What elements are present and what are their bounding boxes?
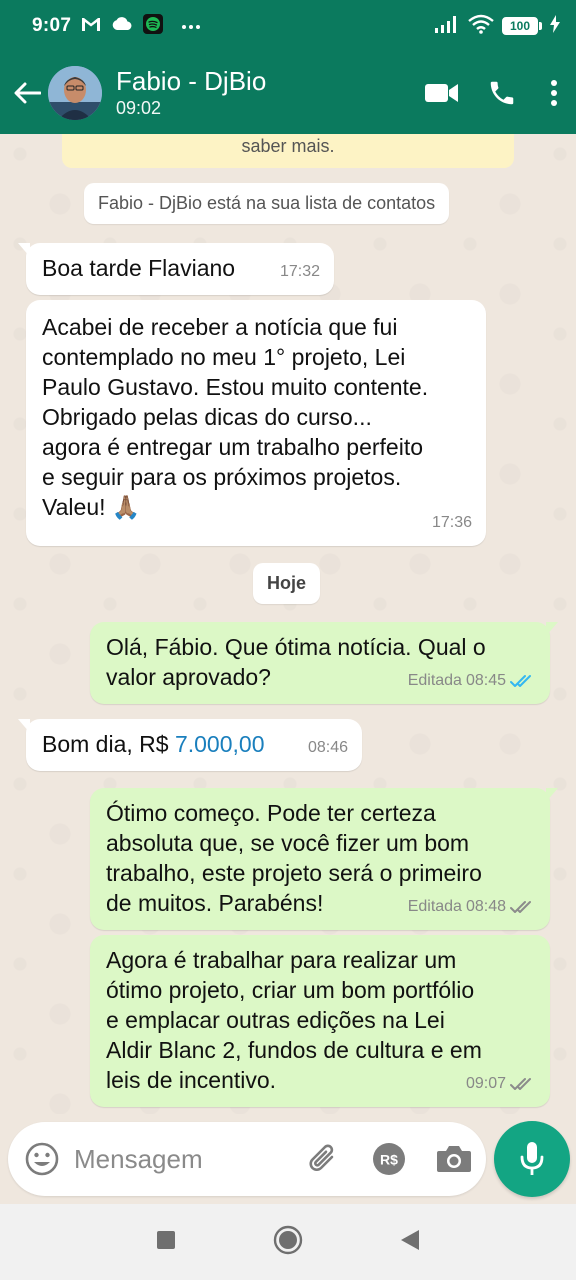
paperclip-icon (309, 1144, 334, 1171)
camera-button[interactable] (436, 1144, 472, 1174)
payment-icon: R$ (373, 1143, 405, 1175)
message-text: Boa tarde Flaviano (42, 255, 236, 281)
home-icon (273, 1225, 303, 1254)
message-text: Agora é trabalhar para realizar um ótimo… (106, 947, 482, 1093)
battery-level: 100 (502, 17, 538, 35)
voice-call-button[interactable] (472, 68, 532, 118)
home-button[interactable] (273, 1225, 303, 1260)
message-bubble-incoming[interactable]: Bom dia, R$ 7.000,00 08:46 (18, 719, 362, 771)
message-bubble-outgoing[interactable]: Agora é trabalhar para realizar um ótimo… (90, 935, 550, 1107)
message-input[interactable] (74, 1143, 244, 1175)
message-bubble-incoming[interactable]: Boa tarde Flaviano 17:32 (18, 243, 334, 295)
message-composer: R$ (8, 1122, 486, 1196)
camera-icon (437, 1146, 471, 1172)
message-time: 08:45 (465, 672, 506, 689)
battery-icon: 100 (502, 17, 542, 35)
system-icons: 100 (434, 14, 560, 39)
contact-notice: Fabio - DjBio está na sua lista de conta… (84, 183, 450, 224)
more-options-button[interactable] (532, 68, 576, 118)
recents-icon (157, 1230, 175, 1249)
emoji-button[interactable] (24, 1141, 60, 1177)
message-time: 17:32 (279, 263, 320, 280)
status-bar: 9:07 100 (0, 0, 576, 52)
message-time: 08:48 (465, 898, 506, 915)
amount-link[interactable]: 7.000,00 (175, 731, 265, 757)
delivered-ticks-icon (510, 901, 531, 913)
message-time: 08:46 (307, 739, 348, 756)
date-separator-text: Hoje (267, 573, 307, 593)
more-dots-icon (181, 17, 201, 35)
back-button[interactable] (10, 73, 44, 113)
encryption-banner[interactable]: saber mais. (62, 134, 514, 168)
message-meta: 17:36 (432, 508, 472, 538)
date-separator: Hoje (253, 563, 321, 604)
microphone-icon (520, 1142, 544, 1175)
edited-label: Editada (407, 672, 462, 689)
status-time: 9:07 (32, 15, 72, 36)
banner-text: saber mais. (241, 136, 335, 156)
back-triangle-icon (401, 1229, 419, 1250)
wifi-icon (468, 14, 494, 39)
navigation-bar (0, 1204, 576, 1280)
voice-call-icon (490, 81, 514, 105)
cloud-icon (111, 16, 133, 36)
read-ticks-icon (510, 675, 531, 687)
edited-label: Editada (407, 898, 462, 915)
message-time: 09:07 (465, 1075, 506, 1092)
chat-area[interactable]: saber mais. Fabio - DjBio está na sua li… (0, 134, 576, 1114)
chat-header: Fabio - DjBio 09:02 (0, 52, 576, 134)
composer-actions: R$ (306, 1141, 472, 1177)
notification-icons (81, 13, 201, 39)
message-bubble-outgoing[interactable]: Olá, Fábio. Que ótima notícia. Qual o va… (90, 622, 558, 704)
message-time: 17:36 (431, 514, 472, 531)
message-meta: Editada 08:45 (408, 666, 536, 696)
back-nav-button[interactable] (399, 1228, 421, 1257)
voice-message-button[interactable] (494, 1121, 570, 1197)
spotify-icon (143, 13, 164, 39)
contact-info[interactable]: Fabio - DjBio 09:02 (116, 66, 266, 120)
message-text: Bom dia, R$ (42, 731, 175, 757)
message-text: Acabei de receber a notícia que fui cont… (42, 314, 429, 520)
video-call-button[interactable] (412, 68, 472, 118)
contact-notice-text: Fabio - DjBio está na sua lista de conta… (98, 193, 436, 213)
message-meta: 08:46 (308, 733, 348, 763)
more-vert-icon (551, 80, 557, 106)
gmail-icon (81, 16, 101, 37)
last-seen: 09:02 (116, 98, 162, 118)
emoji-icon (25, 1142, 59, 1176)
header-actions (412, 68, 576, 118)
signal-icon (434, 14, 460, 39)
attach-button[interactable] (306, 1141, 342, 1177)
recents-button[interactable] (155, 1229, 177, 1256)
delivered-ticks-icon (510, 1078, 531, 1090)
charging-icon (550, 14, 560, 38)
video-call-icon (425, 84, 458, 102)
back-arrow-icon (14, 82, 41, 104)
message-meta: 09:07 (466, 1069, 536, 1099)
message-bubble-incoming[interactable]: Acabei de receber a notícia que fui cont… (26, 300, 486, 546)
contact-name: Fabio - DjBio (116, 66, 267, 96)
message-meta: 17:32 (280, 257, 320, 287)
svg-text:R$: R$ (380, 1152, 398, 1168)
payment-button[interactable]: R$ (372, 1142, 406, 1176)
message-meta: Editada 08:48 (408, 892, 536, 922)
contact-avatar[interactable] (48, 66, 102, 120)
message-bubble-outgoing[interactable]: Ótimo começo. Pode ter certeza absoluta … (90, 788, 558, 930)
